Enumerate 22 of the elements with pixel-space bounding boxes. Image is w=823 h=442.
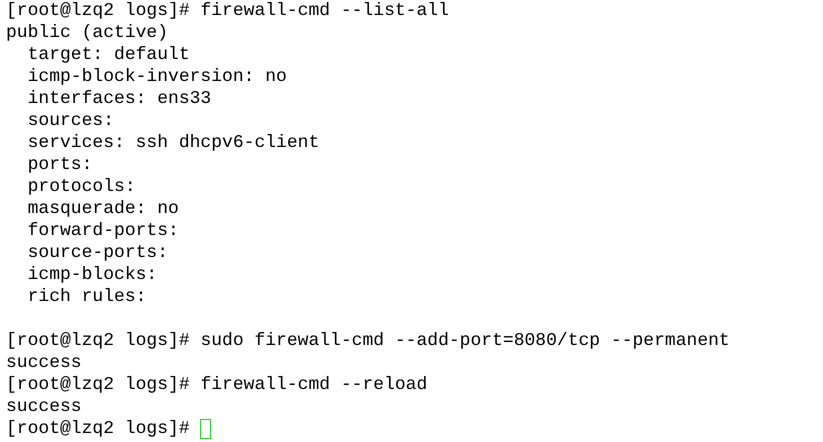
output-line: ports: [26, 154, 92, 176]
command-text: sudo firewall-cmd --add-port=8080/tcp --permanent [200, 330, 730, 352]
output-line: icmp-block-inversion: no [26, 66, 287, 88]
command-text: firewall-cmd --reload [200, 374, 428, 396]
output-line: success [6, 352, 82, 374]
output-line: protocols: [26, 176, 136, 198]
output-line: source-ports: [26, 242, 168, 264]
output-line: masquerade: no [26, 198, 179, 220]
command-text: firewall-cmd --list-all [200, 0, 449, 22]
output-line: icmp-blocks: [26, 264, 158, 286]
shell-prompt: [root@lzq2 logs]# [6, 330, 190, 352]
output-line: interfaces: ens33 [26, 88, 212, 110]
shell-prompt: [root@lzq2 logs]# [6, 0, 190, 22]
output-line: forward-ports: [26, 220, 179, 242]
shell-prompt: [root@lzq2 logs]# [6, 418, 190, 440]
output-line: sources: [26, 110, 114, 132]
output-line: target: default [26, 44, 190, 66]
output-line: public (active) [6, 22, 168, 44]
output-line: rich rules: [26, 286, 146, 308]
shell-prompt: [root@lzq2 logs]# [6, 374, 190, 396]
output-line: success [6, 396, 82, 418]
output-line: services: ssh dhcpv6-client [26, 132, 320, 154]
